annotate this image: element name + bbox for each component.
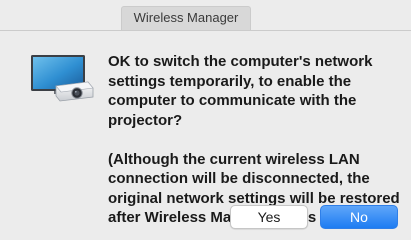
- projector-with-screen-icon: [30, 52, 94, 104]
- title-bar: Wireless Manager: [0, 0, 411, 31]
- window-title: Wireless Manager: [121, 6, 251, 30]
- message-question: OK to switch the computer's network sett…: [108, 53, 373, 129]
- yes-button[interactable]: Yes: [230, 205, 308, 229]
- dialog-window: Wireless Manager OK to switch the comput…: [0, 0, 411, 240]
- no-button[interactable]: No: [320, 205, 398, 229]
- dialog-message: OK to switch the computer's network sett…: [108, 52, 404, 228]
- title-bar-divider: [0, 30, 411, 31]
